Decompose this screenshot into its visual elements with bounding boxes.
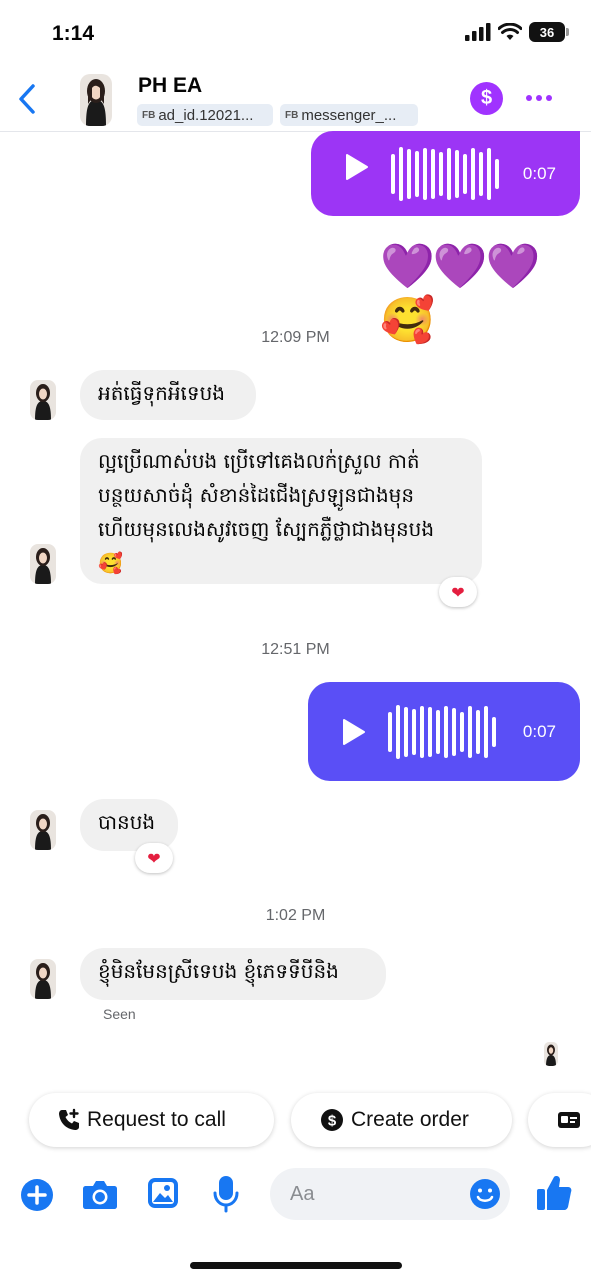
voice-message-outgoing[interactable]: 0:07 (308, 682, 580, 781)
plus-icon[interactable] (20, 1178, 54, 1212)
camera-icon[interactable] (82, 1178, 118, 1210)
ad-id-chip[interactable]: FB ad_id.12021... (137, 104, 273, 126)
play-icon[interactable] (341, 718, 367, 746)
request-to-call-button[interactable]: Request to call (29, 1093, 274, 1147)
microphone-icon[interactable] (212, 1174, 240, 1214)
avatar[interactable] (30, 810, 56, 850)
wifi-icon (498, 23, 522, 40)
avatar[interactable] (30, 959, 56, 999)
chip-label: ad_id.12021... (158, 106, 254, 124)
dollar-icon[interactable]: $ (470, 82, 503, 115)
battery-indicator: 36 (529, 22, 569, 42)
chip-label: messenger_... (301, 106, 397, 124)
message-bubble-incoming[interactable]: ល្អប្រើណាស់បង ប្រើទៅគេងលក់ស្រួល កាត់បន្ថ… (80, 438, 482, 584)
create-order-label: Create order (351, 1108, 469, 1131)
read-receipt-avatar (544, 1042, 558, 1066)
contact-card-button[interactable] (528, 1093, 591, 1147)
audio-waveform (388, 697, 496, 767)
dollar-circle-icon: $ (321, 1109, 343, 1131)
message-composer: Aa (0, 1160, 591, 1230)
timestamp-divider: 12:51 PM (261, 641, 330, 658)
status-icons: 36 (465, 22, 569, 42)
status-time: 1:14 (52, 22, 95, 45)
chevron-left-icon[interactable] (14, 82, 42, 116)
seen-label: Seen (103, 1006, 136, 1022)
create-order-button[interactable]: $ Create order (291, 1093, 512, 1147)
voice-duration: 0:07 (522, 721, 556, 741)
id-card-icon (558, 1112, 580, 1128)
avatar[interactable] (30, 380, 56, 420)
timestamp-divider: 12:09 PM (261, 329, 330, 346)
svg-text:$: $ (328, 1113, 337, 1130)
phone-plus-icon (59, 1108, 79, 1130)
play-icon[interactable] (344, 153, 370, 181)
cellular-signal-icon (465, 23, 491, 41)
fb-prefix: FB (142, 109, 156, 121)
emoji-icon[interactable] (469, 1178, 501, 1210)
avatar[interactable] (30, 544, 56, 584)
more-horizontal-icon[interactable] (524, 88, 554, 108)
audio-waveform (391, 139, 499, 209)
request-to-call-label: Request to call (87, 1108, 226, 1131)
heart-reaction[interactable]: ❤ (135, 843, 173, 873)
status-bar: 1:14 36 (0, 0, 591, 62)
avatar[interactable] (80, 74, 112, 126)
message-bubble-incoming[interactable]: ខ្ញុំមិនមែនស្រីទេបង ខ្ញុំភេទទីបីនិង (80, 948, 386, 1000)
voice-duration: 0:07 (522, 163, 556, 183)
timestamp-divider: 1:02 PM (265, 907, 326, 924)
conversation-header: PH EA FB ad_id.12021... FB messenger_...… (0, 62, 591, 132)
messenger-chip[interactable]: FB messenger_... (280, 104, 418, 126)
gallery-icon[interactable] (146, 1176, 180, 1210)
voice-message-outgoing[interactable]: 0:07 (311, 131, 580, 216)
thumbs-up-icon[interactable] (536, 1174, 572, 1212)
home-indicator (190, 1262, 402, 1269)
fb-prefix: FB (285, 109, 299, 121)
contact-name[interactable]: PH EA (138, 74, 202, 98)
message-bubble-incoming[interactable]: អត់ធ្វើទុកអីទេបង (80, 370, 256, 420)
heart-reaction[interactable]: ❤ (439, 577, 477, 607)
